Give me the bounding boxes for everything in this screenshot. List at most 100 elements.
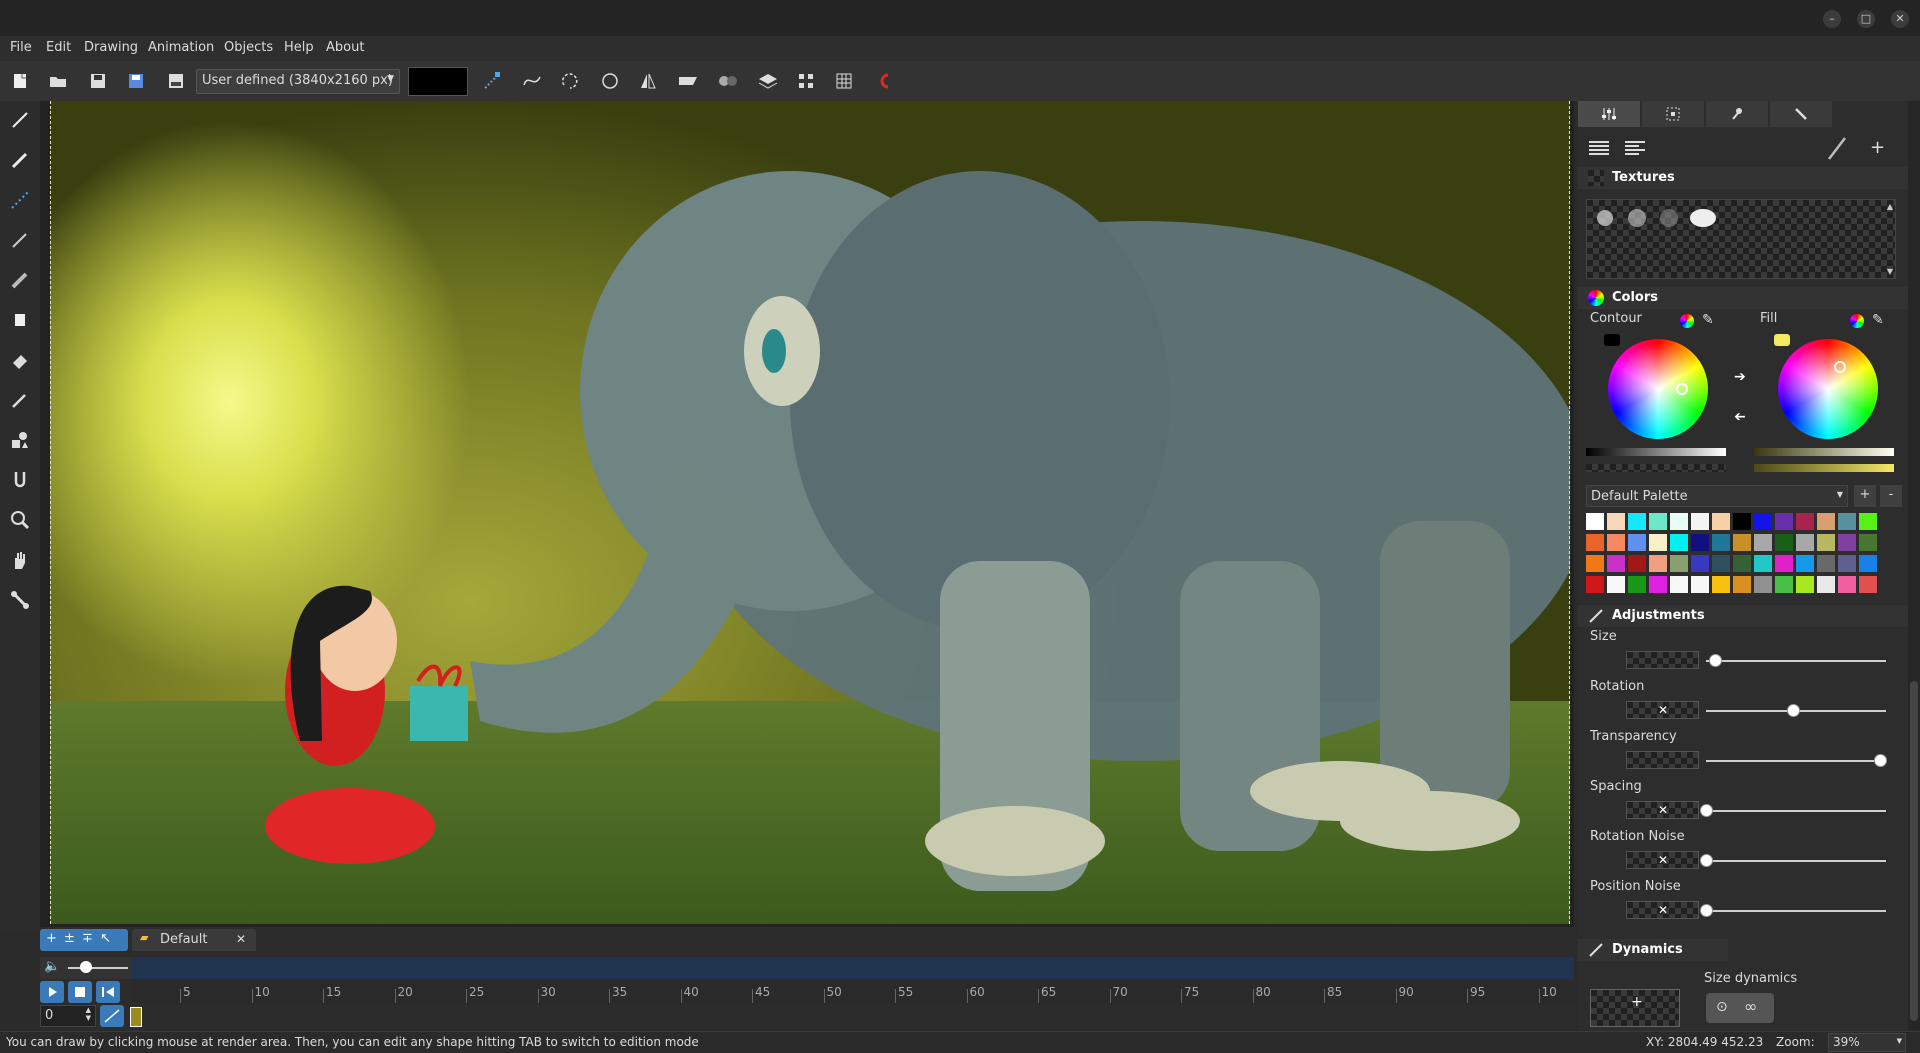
palette-swatch[interactable] bbox=[1586, 513, 1604, 530]
pencil-icon[interactable] bbox=[7, 227, 33, 253]
palette-swatch[interactable] bbox=[1691, 555, 1709, 572]
fill-alpha-slider[interactable] bbox=[1754, 464, 1894, 472]
palette-swatch[interactable] bbox=[1670, 534, 1688, 551]
zoom-select[interactable]: 39% ▼ bbox=[1828, 1033, 1906, 1052]
adjustment-slider-knob[interactable] bbox=[1700, 854, 1713, 867]
palette-swatch[interactable] bbox=[1775, 534, 1793, 551]
palette-swatch[interactable] bbox=[1754, 576, 1772, 593]
rewind-icon[interactable] bbox=[96, 981, 120, 1003]
new-file-icon[interactable] bbox=[8, 69, 32, 93]
palette-swatch[interactable] bbox=[1754, 534, 1772, 551]
palette-swatch[interactable] bbox=[1691, 534, 1709, 551]
palette-swatch[interactable] bbox=[1670, 576, 1688, 593]
palette-swatch[interactable] bbox=[1859, 576, 1877, 593]
adjustment-slider-knob[interactable] bbox=[1787, 704, 1800, 717]
palette-swatch[interactable] bbox=[1649, 555, 1667, 572]
eraser-icon[interactable] bbox=[7, 347, 33, 373]
adjustment-slider-track[interactable] bbox=[1706, 760, 1886, 762]
adjustment-slider-knob[interactable] bbox=[1700, 904, 1713, 917]
palette-swatch[interactable] bbox=[1838, 534, 1856, 551]
palette-swatch[interactable] bbox=[1670, 513, 1688, 530]
contour-color-picker-icon[interactable] bbox=[1680, 314, 1694, 328]
keyframe-0[interactable] bbox=[130, 1007, 142, 1027]
palette-swatch[interactable] bbox=[1733, 513, 1751, 530]
palette-swatch[interactable] bbox=[1817, 576, 1835, 593]
frames-track[interactable] bbox=[132, 1005, 1574, 1029]
textures-header[interactable]: Textures bbox=[1578, 167, 1908, 189]
scroll-down-icon[interactable]: ▼ bbox=[1887, 267, 1893, 276]
canvas-size-select[interactable]: User defined (3840x2160 px) ▼ bbox=[196, 69, 400, 94]
palette-swatch[interactable] bbox=[1712, 513, 1730, 530]
swap-right-icon[interactable]: ➔ bbox=[1734, 369, 1746, 385]
smudge-icon[interactable] bbox=[7, 467, 33, 493]
adjustments-header[interactable]: Adjustments bbox=[1578, 605, 1908, 627]
palette-swatch[interactable] bbox=[1628, 513, 1646, 530]
brush-preset-icon[interactable] bbox=[1826, 135, 1848, 165]
circle-icon[interactable] bbox=[598, 69, 622, 93]
palette-swatch[interactable] bbox=[1691, 513, 1709, 530]
contour-alpha-slider[interactable] bbox=[1586, 464, 1726, 472]
frame-stepper-icon[interactable]: ▲ ▼ bbox=[86, 1006, 91, 1022]
palette-swatch[interactable] bbox=[1649, 576, 1667, 593]
eyedropper-icon[interactable] bbox=[7, 387, 33, 413]
grid-icon[interactable] bbox=[832, 69, 856, 93]
contour-brightness-slider[interactable] bbox=[1586, 448, 1726, 456]
volume-slider-knob[interactable] bbox=[80, 961, 92, 973]
dynamics-header[interactable]: Dynamics bbox=[1578, 939, 1728, 961]
adjustment-slider-knob[interactable] bbox=[1700, 804, 1713, 817]
palette-swatch[interactable] bbox=[1607, 534, 1625, 551]
pressure-dynamics-icon[interactable]: ⊙ bbox=[1716, 999, 1728, 1015]
menu-objects[interactable]: Objects bbox=[224, 40, 273, 55]
colors-header[interactable]: Colors bbox=[1578, 287, 1908, 309]
palette-swatch[interactable] bbox=[1733, 555, 1751, 572]
menu-drawing[interactable]: Drawing bbox=[84, 40, 138, 55]
detail-view-icon[interactable] bbox=[1624, 139, 1646, 161]
menu-animation[interactable]: Animation bbox=[148, 40, 214, 55]
palette-swatch[interactable] bbox=[1838, 576, 1856, 593]
palette-remove-button[interactable]: - bbox=[1880, 485, 1902, 507]
palette-swatch[interactable] bbox=[1733, 576, 1751, 593]
adjustment-slider-track[interactable] bbox=[1706, 810, 1886, 812]
selection-tab-icon[interactable] bbox=[1642, 101, 1704, 127]
adjustment-slider-track[interactable] bbox=[1706, 910, 1886, 912]
menu-about[interactable]: About bbox=[326, 40, 364, 55]
palette-swatch[interactable] bbox=[1628, 576, 1646, 593]
keyframe-line-icon[interactable] bbox=[100, 1005, 124, 1027]
swap-left-icon[interactable]: ➔ bbox=[1734, 409, 1746, 425]
palette-swatch[interactable] bbox=[1796, 513, 1814, 530]
list-view-icon[interactable] bbox=[1588, 139, 1610, 161]
fill-eyedropper-icon[interactable]: ✎ bbox=[1872, 312, 1884, 328]
fill-brightness-slider[interactable] bbox=[1754, 448, 1894, 456]
move-layer-icon[interactable]: ± bbox=[64, 931, 75, 946]
palette-swatch[interactable] bbox=[1754, 555, 1772, 572]
adjustment-slider-track[interactable] bbox=[1706, 660, 1886, 662]
contour-color-chip[interactable] bbox=[1604, 334, 1620, 346]
palette-swatch[interactable] bbox=[1607, 555, 1625, 572]
frame-input[interactable]: 0 ▲ ▼ bbox=[40, 1005, 96, 1027]
perspective-icon[interactable] bbox=[676, 69, 700, 93]
size-dynamics-toggle[interactable]: ⊙ ∞ bbox=[1706, 993, 1774, 1023]
palette-swatch[interactable] bbox=[1712, 534, 1730, 551]
palette-swatch[interactable] bbox=[1733, 534, 1751, 551]
palette-swatch[interactable] bbox=[1817, 534, 1835, 551]
add-layer-icon[interactable]: + bbox=[46, 931, 57, 946]
layer-tab-default[interactable]: ▰ Default ✕ bbox=[132, 929, 256, 951]
palette-swatch[interactable] bbox=[1796, 555, 1814, 572]
fill-color-chip[interactable] bbox=[1774, 334, 1790, 346]
add-preset-icon[interactable]: + bbox=[1870, 137, 1885, 158]
palette-select[interactable]: Default Palette ▼ bbox=[1586, 485, 1848, 507]
stop-icon[interactable] bbox=[68, 981, 92, 1003]
layer-close-icon[interactable]: ✕ bbox=[236, 932, 246, 946]
volume-slider-track[interactable] bbox=[68, 967, 128, 969]
palette-swatch[interactable] bbox=[1712, 576, 1730, 593]
palette-swatch[interactable] bbox=[1838, 513, 1856, 530]
render-area[interactable] bbox=[40, 101, 1574, 931]
mirror-icon[interactable] bbox=[636, 69, 660, 93]
palette-swatch[interactable] bbox=[1838, 555, 1856, 572]
hand-icon[interactable] bbox=[7, 547, 33, 573]
node-edit-icon[interactable] bbox=[480, 69, 504, 93]
infinite-dynamics-icon[interactable]: ∞ bbox=[1744, 997, 1757, 1016]
minimize-button[interactable]: – bbox=[1823, 10, 1841, 28]
bezier-icon[interactable] bbox=[520, 69, 544, 93]
palette-swatch[interactable] bbox=[1586, 534, 1604, 551]
